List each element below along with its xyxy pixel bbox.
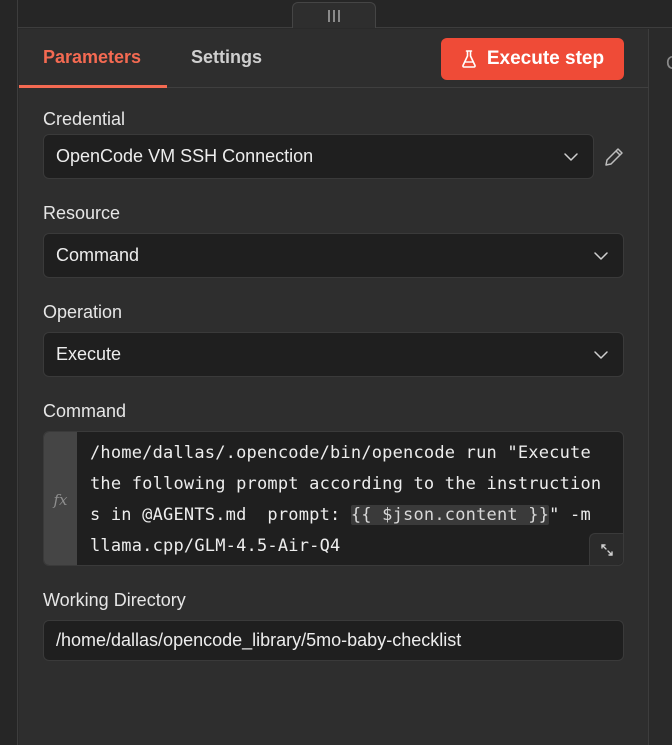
working-directory-input[interactable]: /home/dallas/opencode_library/5mo-baby-c… [43,620,624,661]
command-line: s in @AGENTS.md prompt: {{ $json.content… [90,505,591,525]
command-line: the following prompt according to the in… [90,474,602,494]
expand-editor-button[interactable] [589,533,623,565]
right-edge-panel: C [650,29,672,745]
resource-select[interactable]: Command [43,233,624,278]
expression-token: {{ $json.content }} [350,505,550,525]
left-canvas-strip [0,0,18,745]
command-text[interactable]: /home/dallas/.opencode/bin/opencode run … [90,438,622,562]
expand-icon [600,543,613,556]
fx-icon: fx [44,432,77,565]
tab-settings[interactable]: Settings [191,47,262,68]
grip-icon [328,9,330,22]
right-edge-glyph: C [666,53,672,74]
panel-tabs: Parameters Settings Execute step [19,29,649,88]
operation-label: Operation [43,302,123,322]
credential-label: Credential [43,109,126,129]
chevron-down-icon [594,351,608,359]
chevron-down-icon [594,252,608,260]
flask-icon [461,50,476,68]
active-tab-indicator [19,85,167,88]
command-line: llama.cpp/GLM-4.5-Air-Q4 [90,536,341,556]
operation-select[interactable]: Execute [43,332,624,377]
execute-step-label: Execute step [486,48,605,69]
tab-parameters[interactable]: Parameters [43,47,141,68]
resource-value: Command [56,245,140,265]
edit-credential-icon[interactable] [603,146,625,168]
command-expression-editor[interactable]: fx /home/dallas/.opencode/bin/opencode r… [43,431,624,566]
panel-drag-handle[interactable] [292,2,376,28]
command-line: /home/dallas/.opencode/bin/opencode run … [90,443,591,463]
execute-step-button[interactable]: Execute step [441,38,624,80]
command-label: Command [43,401,127,421]
node-parameters-panel: Parameters Settings Execute step Credent… [19,29,649,745]
credential-select[interactable]: OpenCode VM SSH Connection [43,134,594,179]
chevron-down-icon [564,153,578,161]
resource-label: Resource [43,203,121,223]
working-directory-value: /home/dallas/opencode_library/5mo-baby-c… [56,630,462,650]
working-directory-label: Working Directory [43,590,186,610]
operation-value: Execute [56,344,122,364]
credential-value: OpenCode VM SSH Connection [56,146,314,166]
